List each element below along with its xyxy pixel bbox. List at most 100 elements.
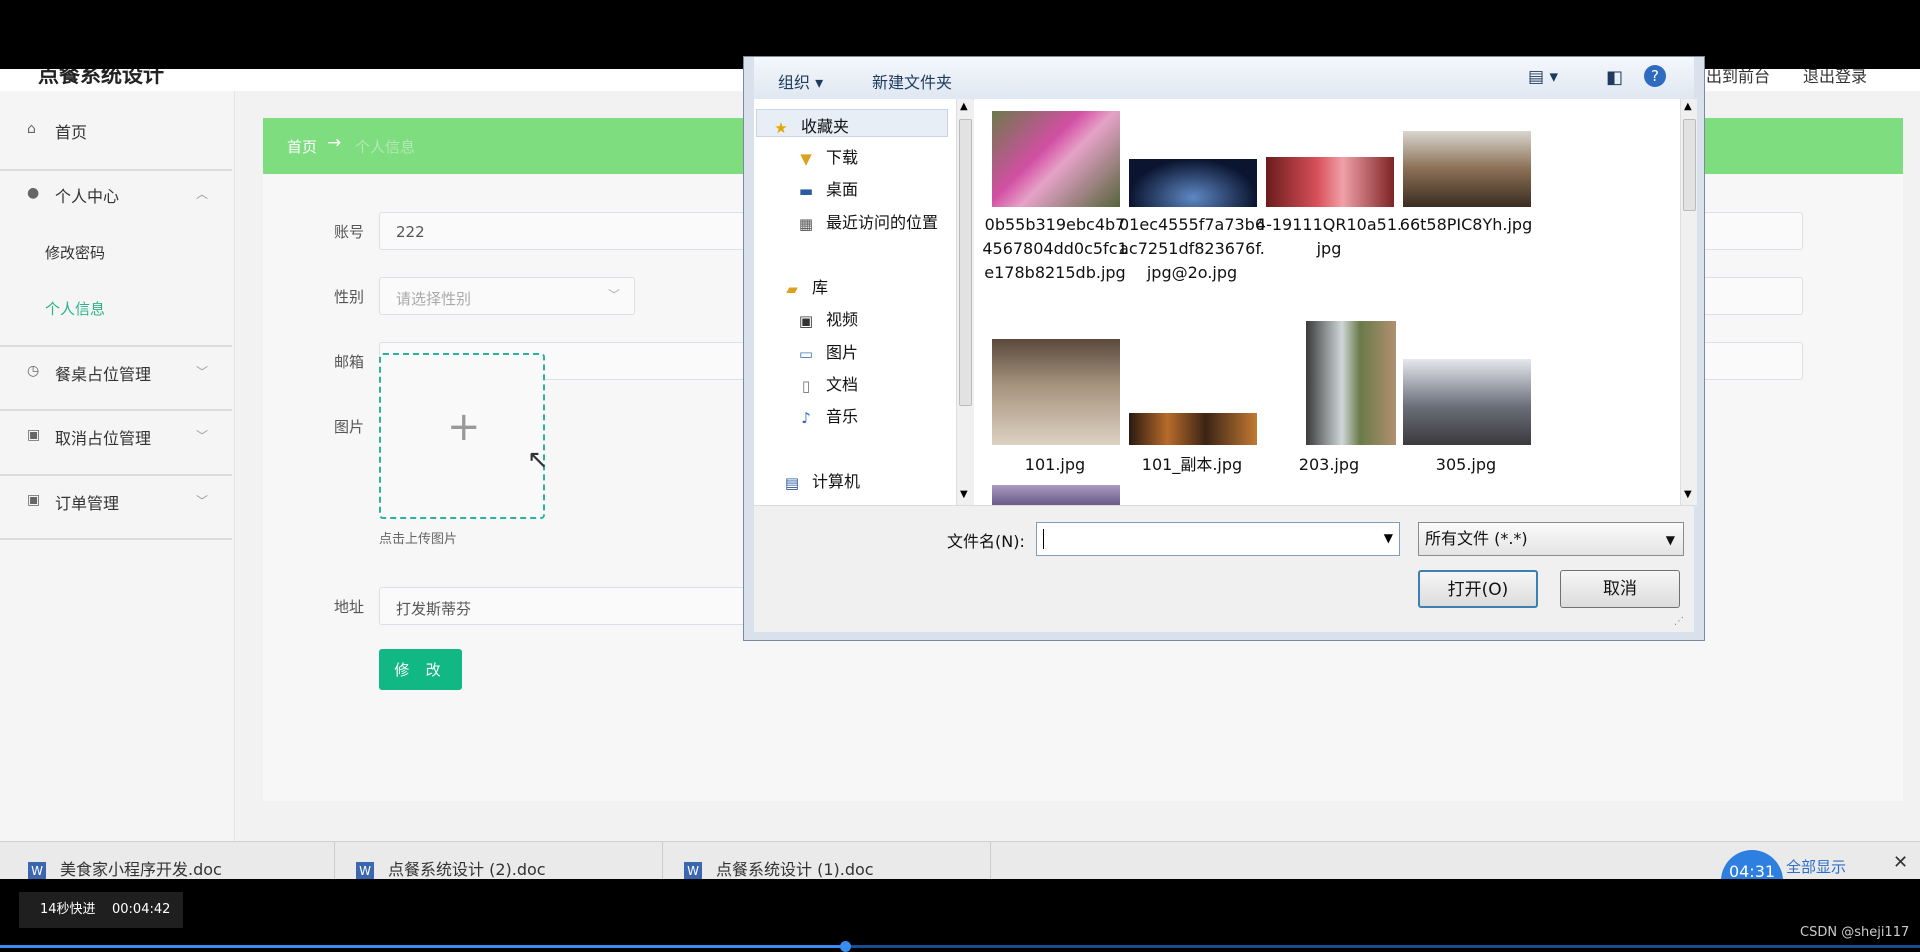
view-options-icon[interactable]: ▤ ▾	[1528, 67, 1558, 87]
chevron-down-icon: ﹀	[196, 365, 209, 379]
task-doc-3[interactable]: W 点餐系统设计 (1).doc	[684, 856, 874, 880]
email-label: 邮箱	[334, 353, 365, 371]
sidebar-item-cancel-reservation[interactable]: ▣ 取消占位管理 ﹀	[0, 425, 232, 449]
divider	[0, 474, 232, 476]
tree-libraries[interactable]: ▰ 库	[782, 274, 828, 298]
resize-grip-icon[interactable]: ⋰	[1674, 616, 1684, 627]
image-thumbnail[interactable]	[1403, 359, 1531, 445]
tree-pictures[interactable]: ▭ 图片	[796, 339, 858, 363]
sidebar-item-home[interactable]: ⌂ 首页	[0, 119, 232, 143]
modify-button[interactable]: 修 改	[379, 649, 462, 690]
task-doc-1[interactable]: W 美食家小程序开发.doc	[28, 856, 222, 880]
library-icon: ▰	[786, 279, 798, 298]
file-name[interactable]: 01ec4555f7a73b6ac7251df823676f.jpg@2o.jp…	[1117, 213, 1267, 285]
plus-icon: +	[447, 404, 481, 450]
chevron-down-icon: ﹀	[196, 494, 209, 508]
image-thumbnail[interactable]	[1129, 159, 1257, 207]
sidebar-item-orders[interactable]: ▣ 订单管理 ﹀	[0, 490, 232, 514]
scroll-down-icon[interactable]: ▼	[960, 489, 968, 500]
image-thumbnail[interactable]	[1306, 321, 1396, 445]
show-all-link[interactable]: 全部显示	[1786, 856, 1846, 877]
desktop-icon: ▬	[798, 181, 814, 200]
sidebar-item-change-password[interactable]: 修改密码	[45, 242, 105, 263]
progress-handle[interactable]	[840, 941, 851, 952]
dialog-toolbar: 组织 ▾ 新建文件夹 ▤ ▾ ◧ ?	[754, 57, 1694, 100]
file-list-scrollbar[interactable]: ▲ ▼	[1680, 99, 1697, 505]
tree-documents[interactable]: ▯ 文档	[796, 371, 858, 395]
divider	[0, 538, 232, 540]
file-name[interactable]: 101_副本.jpg	[1117, 453, 1267, 477]
file-name[interactable]: 101.jpg	[980, 453, 1130, 477]
tree-computer[interactable]: ▤ 计算机	[782, 468, 860, 492]
user-icon: ●	[27, 185, 40, 201]
preview-pane-icon[interactable]: ◧	[1606, 67, 1623, 88]
playback-time: 00:04:42	[112, 902, 171, 917]
dropdown-arrow-icon[interactable]: ▼	[1384, 531, 1393, 545]
mouse-cursor-icon: ↖	[527, 445, 549, 475]
chevron-down-icon: ﹀	[607, 288, 620, 302]
breadcrumb-home[interactable]: 首页	[287, 136, 317, 157]
scroll-up-icon[interactable]: ▲	[1684, 101, 1692, 112]
file-name[interactable]: 305.jpg	[1391, 453, 1541, 477]
word-doc-icon: W	[684, 861, 702, 880]
chevron-up-icon: ︿	[196, 187, 209, 201]
task-doc-2[interactable]: W 点餐系统设计 (2).doc	[356, 856, 546, 880]
file-name[interactable]: 0b55b319ebc4b74567804dd0c5fc1e178b8215db…	[980, 213, 1130, 285]
image-thumbnail[interactable]	[992, 339, 1120, 445]
logout-link[interactable]: 退出登录	[1803, 69, 1867, 87]
open-button[interactable]: 打开(O)	[1418, 570, 1538, 608]
sidebar-item-table-reservation[interactable]: ◷ 餐桌占位管理 ﹀	[0, 361, 232, 385]
text-caret	[1043, 529, 1044, 549]
scroll-up-icon[interactable]: ▲	[960, 101, 968, 112]
tree-scrollbar[interactable]: ▲ ▼	[956, 99, 973, 505]
image-thumbnail[interactable]	[1129, 413, 1257, 445]
tree-music[interactable]: ♪ 音乐	[796, 403, 858, 427]
file-open-dialog: 组织 ▾ 新建文件夹 ▤ ▾ ◧ ? ★ 收藏夹 ▼ 下载 ▬ 桌面 ▦ 最近访问的位置…	[743, 56, 1705, 641]
speed-label: 14秒快进	[40, 902, 96, 917]
file-name[interactable]: 4-19111QR10a51.jpg	[1254, 213, 1404, 261]
scroll-down-icon[interactable]: ▼	[1684, 489, 1692, 500]
image-thumbnail[interactable]	[992, 485, 1120, 505]
navigation-tree: ★ 收藏夹 ▼ 下载 ▬ 桌面 ▦ 最近访问的位置 ▰ 库 ▣ 视频 ▭ 图片 ▯ 文档 ♪ 音乐…	[754, 99, 972, 505]
divider	[662, 842, 663, 880]
tree-favorites[interactable]: ★ 收藏夹	[756, 109, 948, 137]
breadcrumb-current: 个人信息	[355, 138, 416, 156]
image-upload[interactable]: + ↖	[379, 353, 549, 519]
filename-label: 文件名(N):	[947, 532, 1025, 551]
star-icon: ★	[774, 118, 788, 137]
sidebar: ⌂ 首页 ● 个人中心 ︿ 修改密码 个人信息 ◷ 餐桌占位管理 ﹀ ▣ 取消占…	[0, 91, 235, 879]
image-thumbnail[interactable]	[992, 111, 1120, 207]
close-icon[interactable]: ✕	[1893, 852, 1908, 873]
gender-placeholder: 请选择性别	[396, 290, 472, 308]
file-name[interactable]: 203.jpg	[1254, 453, 1404, 477]
sidebar-item-personal-info[interactable]: 个人信息	[45, 298, 105, 319]
music-icon: ♪	[801, 408, 811, 427]
sidebar-item-personal-center[interactable]: ● 个人中心 ︿	[0, 183, 232, 207]
document-icon: ▯	[801, 376, 811, 395]
tree-recent[interactable]: ▦ 最近访问的位置	[796, 209, 938, 233]
image-thumbnail[interactable]	[1403, 131, 1531, 207]
clipboard-icon: ▣	[27, 427, 41, 443]
divider	[990, 842, 991, 880]
gender-select[interactable]: 请选择性别 ﹀	[379, 277, 635, 315]
tree-videos[interactable]: ▣ 视频	[796, 306, 858, 330]
clipboard-icon: ▣	[27, 492, 41, 508]
cancel-button[interactable]: 取消	[1560, 570, 1680, 608]
file-type-filter[interactable]: 所有文件 (*.*) ▼	[1418, 522, 1684, 556]
scroll-thumb[interactable]	[959, 119, 972, 406]
clock-icon: ◷	[27, 363, 40, 379]
upload-hint: 点击上传图片	[379, 532, 458, 547]
picture-icon: ▭	[798, 344, 814, 363]
tree-desktop[interactable]: ▬ 桌面	[796, 176, 858, 200]
new-folder-button[interactable]: 新建文件夹	[872, 69, 952, 93]
organize-menu[interactable]: 组织 ▾	[778, 69, 823, 93]
file-name[interactable]: 66t58PIC8Yh.jpg	[1391, 213, 1541, 237]
gender-label: 性别	[334, 288, 365, 306]
front-link[interactable]: 出到前台	[1706, 69, 1770, 87]
dialog-footer: 文件名(N): ▼ 所有文件 (*.*) ▼ 打开(O) 取消 ⋰	[754, 505, 1694, 632]
tree-downloads[interactable]: ▼ 下载	[796, 144, 858, 168]
scroll-thumb[interactable]	[1683, 119, 1696, 211]
help-icon[interactable]: ?	[1644, 65, 1666, 87]
filename-input[interactable]: ▼	[1036, 522, 1400, 556]
image-thumbnail[interactable]	[1266, 157, 1394, 207]
